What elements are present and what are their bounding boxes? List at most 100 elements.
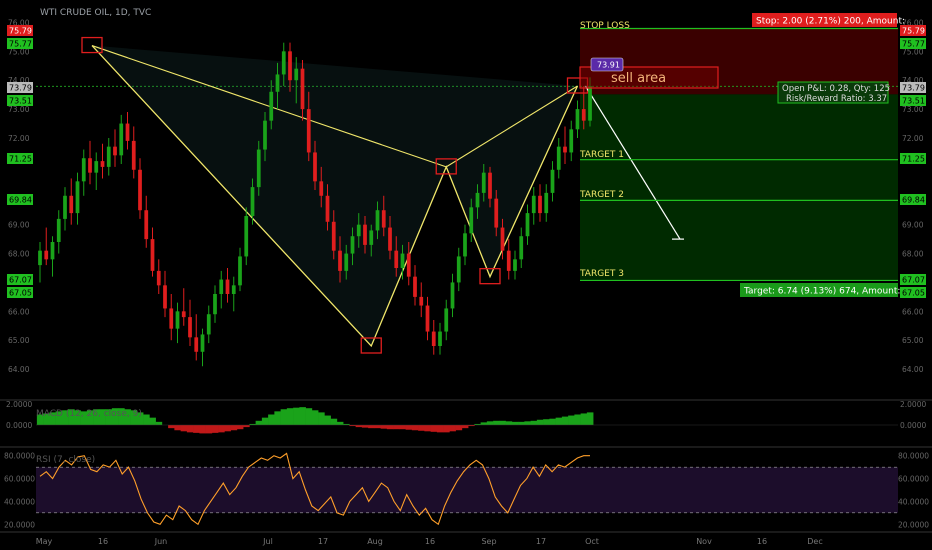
candle-body — [281, 51, 286, 75]
stop-info-text: Stop: 2.00 (2.71%) 200, Amount: — [756, 17, 905, 27]
candle-body — [94, 161, 99, 173]
macd-bar — [293, 407, 300, 425]
y-tick-label-left: 73.00 — [8, 105, 30, 114]
candle-body — [69, 195, 74, 214]
candle-body — [581, 109, 586, 121]
candle-body — [194, 337, 199, 352]
macd-bar — [336, 421, 344, 425]
macd-bar — [411, 425, 419, 431]
candle-body — [144, 210, 149, 240]
macd-bar — [305, 408, 313, 425]
candle-body — [188, 317, 192, 338]
macd-bar — [424, 425, 431, 432]
candle-body — [438, 331, 442, 346]
candle-body — [388, 227, 392, 251]
rsi-label: RSI (7, close) — [36, 455, 95, 465]
macd-bar — [199, 425, 206, 434]
candle-body — [306, 109, 311, 153]
macd-bar — [436, 425, 444, 433]
candle-body — [550, 169, 555, 193]
x-tick-label: 17 — [318, 537, 328, 546]
x-tick-label: Aug — [367, 537, 383, 546]
candle-body — [369, 230, 374, 245]
y-tick-label-right: 64.00 — [902, 365, 924, 374]
candle-body — [356, 224, 361, 237]
candle-body — [150, 239, 155, 271]
y-tick-label-right: 65.00 — [902, 336, 924, 345]
left-tag-stop: 75.79 — [9, 27, 32, 36]
candle-body — [113, 146, 117, 156]
candle-body — [563, 146, 567, 153]
candle-body — [469, 207, 474, 234]
right-tag-current: 73.79 — [902, 84, 925, 93]
candle-body — [63, 195, 67, 219]
left-tag-stop-alt: 75.77 — [9, 40, 32, 49]
candle-body — [331, 221, 336, 251]
y-tick-label-left: 72.00 — [8, 134, 30, 143]
projection-value: 73.91 — [597, 61, 620, 70]
macd-bar — [543, 419, 550, 425]
macd-bar — [493, 420, 500, 425]
candle-body — [325, 195, 330, 222]
macd-bar — [205, 425, 213, 434]
macd-bar — [393, 425, 400, 430]
candle-body — [163, 285, 167, 309]
candle-body — [225, 279, 230, 294]
candle-body — [288, 51, 292, 81]
right-tag-stop: 75.79 — [902, 27, 925, 36]
sell-area-text: sell area — [611, 71, 666, 86]
candle-body — [169, 308, 174, 329]
candle-body — [419, 296, 424, 306]
candle-body — [256, 149, 261, 188]
macd-bar — [480, 422, 488, 425]
candle-body — [400, 253, 405, 268]
macd-bar — [430, 425, 438, 432]
rsi-band-fill — [36, 467, 898, 513]
candle-body — [175, 311, 180, 329]
macd-bar — [318, 412, 325, 425]
left-tag-t2: 69.84 — [9, 196, 32, 205]
macd-bar — [380, 425, 388, 429]
macd-bar — [518, 421, 525, 425]
macd-bar — [399, 425, 406, 430]
macd-bar — [211, 425, 219, 433]
left-tag-t1: 71.25 — [9, 155, 32, 164]
macd-bar — [561, 416, 569, 425]
candle-body — [231, 285, 236, 294]
target-2-label: TARGET 2 — [579, 190, 624, 200]
macd-bar — [224, 425, 231, 432]
macd-bar — [555, 417, 563, 425]
candle-body — [88, 158, 92, 173]
x-tick-label: 16 — [425, 537, 435, 546]
macd-bar — [374, 425, 381, 429]
macd-bar — [255, 420, 263, 425]
rsi-tick-left: 40.0000 — [4, 497, 35, 506]
target-info-text: Target: 6.74 (9.13%) 674, Amount: 1 — [743, 287, 909, 297]
x-tick-label: Oct — [585, 537, 599, 546]
y-tick-label-right: 73.00 — [902, 105, 924, 114]
target-info-box: Target: 6.74 (9.13%) 674, Amount: 1 — [740, 283, 909, 297]
macd-bar — [455, 425, 463, 431]
candle-body — [475, 192, 480, 208]
macd-bar — [324, 415, 331, 425]
pnl-line-2: Risk/Reward Ratio: 3.37 — [786, 94, 887, 104]
candle-body — [350, 236, 355, 254]
candle-body — [506, 250, 511, 271]
macd-bar — [193, 425, 200, 433]
macd-bar — [286, 408, 294, 425]
macd-tick-left: 0.0000 — [6, 421, 32, 430]
candle-body — [56, 218, 61, 242]
candle-body — [569, 129, 574, 153]
macd-bar — [361, 425, 369, 428]
rsi-tick-right: 40.0000 — [898, 497, 929, 506]
candle-body — [463, 233, 467, 257]
macd-bar — [505, 421, 513, 425]
candle-body — [294, 68, 299, 81]
y-tick-label-left: 65.00 — [8, 336, 30, 345]
candle-body — [138, 169, 142, 211]
macd-bar — [355, 425, 363, 428]
macd-bar — [143, 414, 150, 425]
candle-body — [100, 161, 105, 167]
candle-body — [338, 250, 342, 271]
trading-chart[interactable]: 64.00 64.00 65.00 65.00 66.00 66.00 68.00 68.00… — [0, 0, 932, 550]
